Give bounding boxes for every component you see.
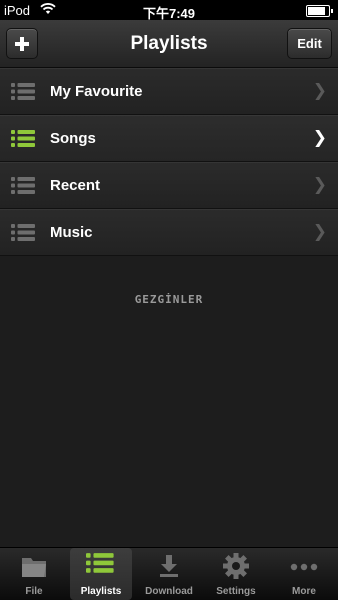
battery-icon [306,5,333,17]
download-icon [160,555,178,577]
tab-label: Playlists [80,586,122,597]
playlist-row-music[interactable]: Music ❯ [0,209,338,256]
list-icon [11,130,35,147]
tab-bar: File Playlists Download Settings More [0,547,338,600]
list-icon [11,177,35,194]
playlist-row-my-favourite[interactable]: My Favourite ❯ [0,68,338,115]
chevron-right-icon: ❯ [312,222,327,242]
folder-icon [22,558,46,577]
tab-label: Settings [216,586,256,597]
playlist-list: My Favourite ❯ Songs ❯ Recent ❯ Music ❯ [0,68,338,256]
tab-label: Download [145,586,193,597]
playlist-label: Music [50,224,93,241]
tab-settings[interactable]: Settings [205,548,267,600]
tab-label: File [25,586,43,597]
tab-file[interactable]: File [3,548,65,600]
chevron-right-icon: ❯ [312,128,327,148]
playlist-label: Recent [50,177,101,194]
gear-icon [223,553,249,579]
edit-button[interactable]: Edit [287,28,332,59]
tab-more[interactable]: More [273,548,335,600]
more-icon [290,563,318,571]
nav-bar: Playlists Edit [0,20,338,68]
status-bar: iPod 下午7:49 [0,0,338,21]
watermark: GEZGİNLER [134,293,204,306]
tab-playlists[interactable]: Playlists [70,548,132,600]
chevron-right-icon: ❯ [312,175,327,195]
playlist-row-recent[interactable]: Recent ❯ [0,162,338,209]
list-icon [11,224,35,241]
playlist-row-songs[interactable]: Songs ❯ [0,115,338,162]
tab-label: More [292,586,316,597]
chevron-right-icon: ❯ [312,81,327,101]
list-icon [86,553,114,573]
playlist-label: My Favourite [50,83,143,100]
tab-download[interactable]: Download [138,548,200,600]
playlist-label: Songs [50,130,96,147]
list-icon [11,83,35,100]
